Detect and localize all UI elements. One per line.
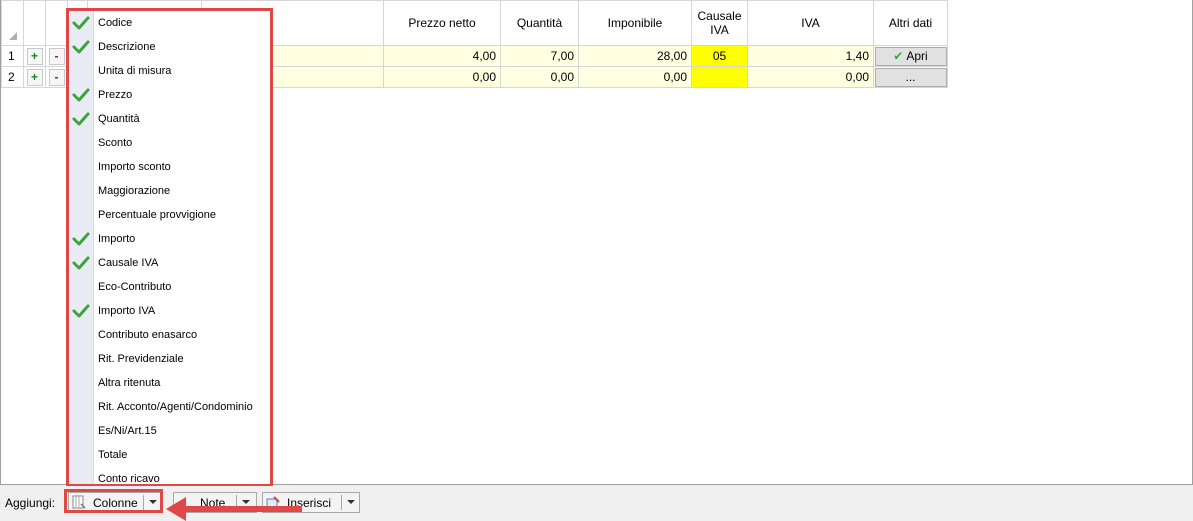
- check-icon: [72, 232, 90, 246]
- cell-imponibile[interactable]: 0,00: [578, 66, 692, 88]
- menu-item-label: Causale IVA: [98, 257, 159, 269]
- menu-item-label: Percentuale provvigione: [98, 209, 217, 221]
- check-icon: [72, 112, 90, 126]
- add-row-button[interactable]: +: [26, 47, 43, 65]
- menu-item-column[interactable]: Totale: [69, 443, 270, 467]
- menu-item-label: Importo: [98, 233, 136, 245]
- check-icon: ✔: [893, 48, 904, 63]
- header-quantita[interactable]: Quantità: [500, 0, 579, 46]
- cell-causale-iva[interactable]: 05: [691, 45, 748, 67]
- check-icon: [72, 16, 90, 30]
- check-icon: [72, 256, 90, 270]
- header-altri-dati[interactable]: Altri dati: [873, 0, 948, 46]
- apri-button[interactable]: ✔ Apri: [874, 46, 947, 66]
- header-prezzo-netto[interactable]: Prezzo netto: [383, 0, 501, 46]
- menu-item-column[interactable]: Contributo enasarco: [69, 323, 270, 347]
- check-icon: [72, 304, 90, 318]
- menu-item-column[interactable]: Unita di misura: [69, 59, 270, 83]
- cell-quantita[interactable]: 0,00: [500, 66, 579, 88]
- annotation-arrow: [182, 506, 302, 512]
- cell-causale-iva[interactable]: [691, 66, 748, 88]
- menu-item-column[interactable]: Quantità: [69, 107, 270, 131]
- menu-item-column[interactable]: Percentuale provvigione: [69, 203, 270, 227]
- chevron-down-icon[interactable]: [347, 500, 355, 504]
- header-causale-iva[interactable]: Causale IVA: [691, 0, 748, 46]
- menu-item-label: Altra ritenuta: [98, 377, 161, 389]
- add-row-button[interactable]: +: [26, 68, 43, 86]
- menu-item-column[interactable]: Rit. Previdenziale: [69, 347, 270, 371]
- menu-item-column[interactable]: Rit. Acconto/Agenti/Condominio: [69, 395, 270, 419]
- cell-quantita[interactable]: 7,00: [500, 45, 579, 67]
- cell-imponibile[interactable]: 28,00: [578, 45, 692, 67]
- menu-item-column[interactable]: Causale IVA: [69, 251, 270, 275]
- menu-item-label: Contributo enasarco: [98, 329, 198, 341]
- menu-item-label: Quantità: [98, 113, 140, 125]
- menu-item-label: Es/Ni/Art.15: [98, 425, 157, 437]
- cell-iva[interactable]: 1,40: [747, 45, 874, 67]
- menu-item-column[interactable]: Eco-Contributo: [69, 275, 270, 299]
- menu-item-column[interactable]: Maggiorazione: [69, 179, 270, 203]
- annotation-highlight-box: [64, 489, 163, 513]
- check-icon: [72, 40, 90, 54]
- menu-item-label: Unita di misura: [98, 65, 172, 77]
- cell-prezzo-netto[interactable]: 4,00: [383, 45, 501, 67]
- annotation-arrow-head-icon: [166, 497, 186, 521]
- menu-item-label: Rit. Acconto/Agenti/Condominio: [98, 401, 253, 413]
- header-imponibile[interactable]: Imponibile: [578, 0, 692, 46]
- remove-row-button[interactable]: -: [48, 68, 65, 86]
- menu-item-column[interactable]: Importo IVA: [69, 299, 270, 323]
- menu-item-column[interactable]: Codice: [69, 11, 270, 35]
- menu-item-column[interactable]: Importo sconto: [69, 155, 270, 179]
- menu-item-label: Sconto: [98, 137, 133, 149]
- chevron-down-icon[interactable]: [242, 500, 250, 504]
- menu-item-label: Codice: [98, 17, 133, 29]
- menu-item-label: Prezzo: [98, 89, 133, 101]
- menu-item-label: Totale: [98, 449, 128, 461]
- menu-item-column[interactable]: Descrizione: [69, 35, 270, 59]
- columns-menu: Codice Descrizione Unita di misura Prezzo Qu…: [66, 8, 273, 487]
- cell-prezzo-netto[interactable]: 0,00: [383, 66, 501, 88]
- menu-item-column[interactable]: Es/Ni/Art.15: [69, 419, 270, 443]
- menu-item-column[interactable]: Sconto: [69, 131, 270, 155]
- menu-item-label: Rit. Previdenziale: [98, 353, 184, 365]
- menu-item-column[interactable]: Altra ritenuta: [69, 371, 270, 395]
- menu-item-label: Importo sconto: [98, 161, 171, 173]
- check-icon: [72, 88, 90, 102]
- menu-item-label: Importo IVA: [98, 305, 156, 317]
- menu-item-label: Descrizione: [98, 41, 156, 53]
- menu-item-label: Maggiorazione: [98, 185, 171, 197]
- row-number: 1: [1, 45, 24, 67]
- cell-iva[interactable]: 0,00: [747, 66, 874, 88]
- menu-item-column[interactable]: Importo: [69, 227, 270, 251]
- aggiungi-label: Aggiungi:: [5, 496, 56, 510]
- remove-row-button[interactable]: -: [48, 47, 65, 65]
- header-iva[interactable]: IVA: [747, 0, 874, 46]
- menu-item-column[interactable]: Prezzo: [69, 83, 270, 107]
- altri-dati-button[interactable]: ...: [874, 67, 947, 87]
- row-number: 2: [1, 66, 24, 88]
- select-all-corner-icon[interactable]: [9, 32, 17, 40]
- menu-item-label: Eco-Contributo: [98, 281, 172, 293]
